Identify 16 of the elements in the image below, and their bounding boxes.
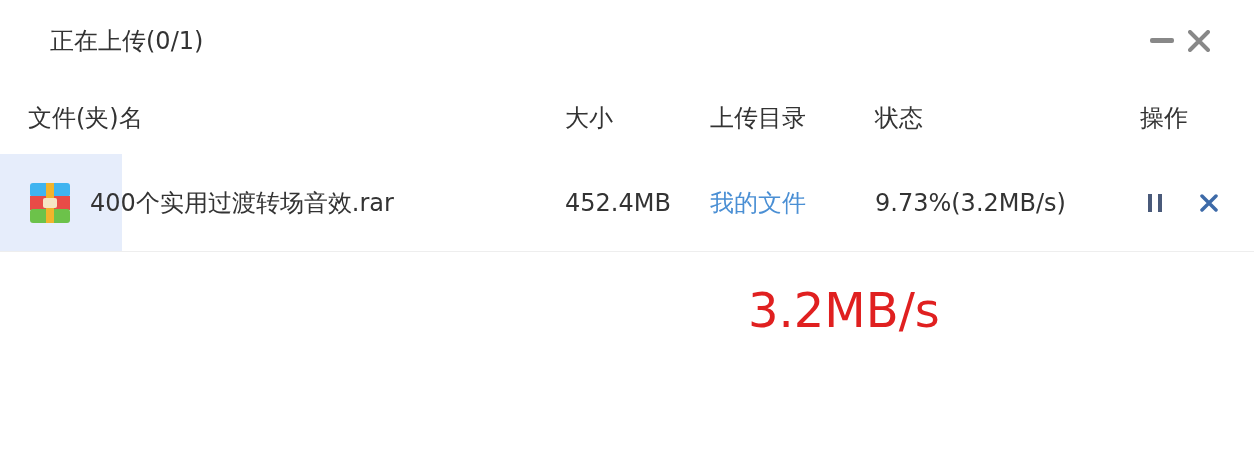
pause-icon[interactable]: [1148, 193, 1162, 212]
column-header: 文件(夹)名: [28, 104, 143, 132]
window-title: 正在上传(0/1): [50, 26, 204, 57]
column-header: 操作: [1140, 104, 1188, 132]
upload-status: 9.73%(3.2MB/s): [875, 188, 1066, 217]
column-header: 上传目录: [710, 104, 806, 132]
column-header: 大小: [565, 104, 613, 132]
archive-icon: [30, 182, 70, 223]
annotation-text: 3.2MB/s: [748, 281, 940, 340]
minimize-icon[interactable]: [1150, 38, 1174, 44]
file-size: 452.4MB: [565, 188, 671, 217]
close-icon[interactable]: [1188, 30, 1210, 52]
column-header: 状态: [875, 104, 923, 132]
folder-link[interactable]: 我的文件: [710, 188, 806, 217]
file-name: 400个实用过渡转场音效.rar: [90, 187, 394, 219]
cancel-icon[interactable]: [1200, 193, 1218, 212]
